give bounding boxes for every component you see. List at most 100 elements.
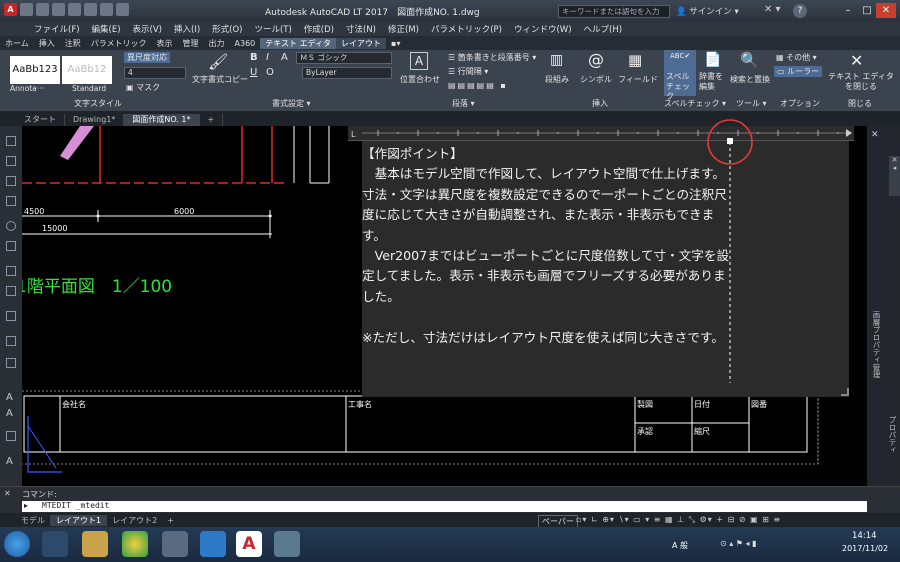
menu-tools[interactable]: ツール(T) [248,23,297,35]
tool-icon[interactable] [6,358,16,368]
editor-ruler[interactable]: L [348,126,854,141]
close-window-button[interactable]: ✕ [876,3,896,18]
properties-tab[interactable]: プロパティ [887,416,898,454]
palette-tab[interactable]: ✕ ◂ [889,156,900,196]
tool-icon[interactable] [6,196,16,206]
command-input[interactable] [22,501,867,512]
close-command-icon[interactable]: ✕ [4,489,11,498]
tab-text-editor[interactable]: テキスト エディタ [260,37,337,49]
width-grip-handle[interactable] [727,138,733,144]
tool-icon[interactable] [6,176,16,186]
find-replace-icon[interactable]: 🔍 [740,51,759,69]
menu-window[interactable]: ウィンドウ(W) [508,23,578,35]
start-button[interactable] [4,531,30,557]
columns-button[interactable]: 段組み [545,74,569,85]
close-palette-icon[interactable]: ✕ [871,130,879,140]
maximize-button[interactable]: □ [857,3,877,18]
bullets-button[interactable]: ☰ 箇条書きと段落番号 ▾ [448,52,536,63]
tab-output[interactable]: 出力 [204,38,230,49]
alignment-buttons[interactable]: ▤▤▤▤▤ ▪ [448,81,508,90]
mtext-content[interactable]: 【作図ポイント】 基本はモデル空間で作図して、レイアウト空間で仕上げます。寸法・… [362,144,734,348]
menu-draw[interactable]: 作成(D) [298,23,340,35]
color-select[interactable]: ByLayer [302,67,392,79]
explorer-icon[interactable] [82,531,108,557]
close-editor-icon[interactable]: ✕ [850,51,863,70]
redo-icon[interactable] [116,3,129,16]
new-icon[interactable] [20,3,33,16]
add-layout-button[interactable]: + [162,516,179,525]
menu-help[interactable]: ヘルプ(H) [578,23,629,35]
italic-button[interactable]: I [266,52,269,63]
saveas-icon[interactable] [68,3,81,16]
menu-dimension[interactable]: 寸法(N) [340,23,382,35]
menu-insert[interactable]: 挿入(I) [168,23,206,35]
ime-indicator[interactable]: A 般 [672,540,688,551]
save-icon[interactable] [52,3,65,16]
tab-parametric[interactable]: パラメトリック [86,38,152,49]
tool-icon[interactable] [6,241,16,251]
layout-tab-layout1[interactable]: レイアウト1 [50,514,108,526]
tab-a360[interactable]: A360 [230,39,261,48]
doc-tab-drawing1[interactable]: Drawing1* [65,114,125,126]
field-icon[interactable]: ▦ [628,51,642,69]
match-properties-icon[interactable]: 🖌 [208,52,228,71]
signin-button[interactable]: 👤 サインイン ▾ [676,5,739,17]
tool-icon[interactable] [6,156,16,166]
line-spacing-button[interactable]: ☰ 行間隔 ▾ [448,66,488,77]
open-icon[interactable] [36,3,49,16]
field-button[interactable]: フィールド [618,74,658,85]
circle-tool-icon[interactable] [6,221,16,231]
tool-icon[interactable] [6,286,16,296]
more-options-button[interactable]: ▦ その他 ▾ [776,52,817,63]
bold-button[interactable]: B [250,52,258,63]
undo-icon[interactable] [100,3,113,16]
menu-parametric[interactable]: パラメトリック(P) [425,23,508,35]
font-select[interactable]: ＭＳ ゴシック [296,52,392,64]
menu-file[interactable]: ファイル(F) [28,23,86,35]
clock-date[interactable]: 2017/11/02 [842,544,888,553]
chrome-icon[interactable] [122,531,148,557]
autocad-logo-icon[interactable]: A [4,3,17,16]
tab-layout[interactable]: レイアウト [336,37,387,49]
text-tool-icon[interactable]: A [6,456,13,467]
app-icon[interactable] [162,531,188,557]
tab-annotate[interactable]: 注釈 [60,38,86,49]
menu-edit[interactable]: 編集(E) [86,23,127,35]
ruler-toggle-button[interactable]: ▭ ルーラー [774,66,823,77]
clock-time[interactable]: 14:14 [852,531,877,541]
strikethrough-button[interactable]: A [281,52,288,63]
underline-button[interactable]: U [250,67,257,78]
tool-icon[interactable] [6,336,16,346]
help-button[interactable]: ? [793,4,807,18]
tab-home[interactable]: ホーム [0,38,34,49]
autocad-taskbar-icon[interactable]: A [236,531,262,557]
exchange-icon[interactable]: ✕ ▾ [764,4,781,15]
mask-button[interactable]: ▣ マスク [126,82,160,93]
columns-icon[interactable]: ▥ [550,52,563,68]
paint-icon[interactable] [274,531,300,557]
tool-icon[interactable] [6,136,16,146]
text-tool-icon[interactable]: A [6,392,13,403]
justify-icon[interactable]: A [410,52,428,70]
minimize-button[interactable]: – [838,3,858,18]
doc-tab-active[interactable]: 図面作成NO. 1* [124,114,200,126]
close-text-editor-button[interactable]: テキスト エディタを閉じる [826,72,896,92]
layout-tab-layout2[interactable]: レイアウト2 [107,515,162,526]
menu-view[interactable]: 表示(V) [127,23,168,35]
tab-manage[interactable]: 管理 [178,38,204,49]
tab-insert[interactable]: 挿入 [34,38,60,49]
justify-button[interactable]: 位置合わせ [400,74,440,85]
symbol-icon[interactable]: @ [588,50,604,69]
match-properties-button[interactable]: 文字書式コピー [192,74,248,85]
tool-icon[interactable] [6,266,16,276]
edit-dictionary-button[interactable]: 辞書を編集 [699,72,725,92]
layout-tab-model[interactable]: モデル [16,515,50,526]
menu-format[interactable]: 形式(O) [206,23,248,35]
mtext-tool-icon[interactable]: A [6,408,13,419]
tool-icon[interactable] [6,311,16,321]
overline-button[interactable]: O [266,67,274,78]
layer-properties-tab[interactable]: 画層プロパティ管理 [871,311,882,379]
style-swatch-standard[interactable]: AaBb12 [62,56,112,84]
spellcheck-icon[interactable]: ABC✔ [670,52,690,60]
editor-resize-grip[interactable] [841,388,849,396]
